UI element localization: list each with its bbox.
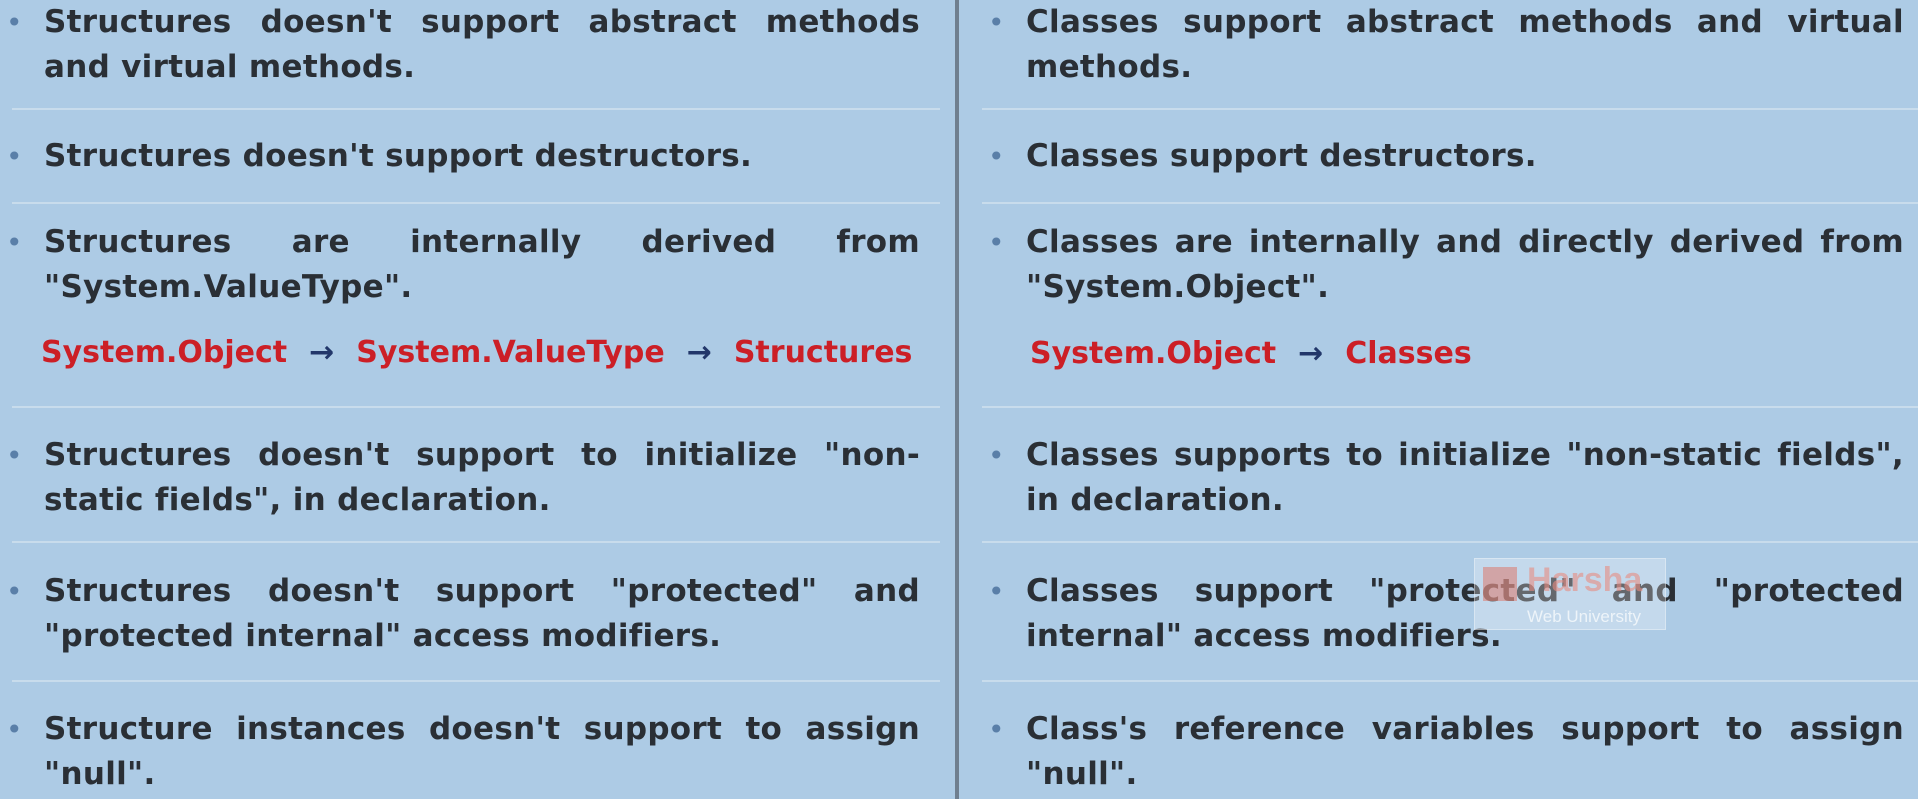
structures-column: • Structures doesn't support abstract me…: [0, 0, 940, 799]
list-item-text: Structures are internally derived from "…: [44, 224, 920, 305]
list-item: • Classes support abstract methods and v…: [982, 0, 1904, 90]
inheritance-chain: System.Object → System.ValueType → Struc…: [41, 335, 912, 370]
inheritance-chain: System.Object → Classes: [1030, 336, 1472, 371]
list-item: • Structures doesn't support abstract me…: [0, 0, 920, 90]
chain-item: Structures: [733, 335, 913, 370]
chain-item: System.Object: [41, 335, 288, 370]
watermark-logo: Harsha Web University: [1474, 558, 1666, 630]
chain-item: Classes: [1345, 336, 1472, 371]
list-item-text: Structures doesn't support abstract meth…: [44, 4, 920, 85]
list-item: • Class's reference variables support to…: [982, 707, 1904, 797]
list-item-text: Classes are internally and directly deri…: [1026, 224, 1904, 305]
row-divider: [12, 406, 940, 408]
list-item: • Classes are internally and directly de…: [982, 220, 1904, 310]
list-item: • Structure instances doesn't support to…: [0, 707, 920, 797]
list-item-text: Classes support "protected" and "protect…: [1026, 573, 1904, 654]
bullet-icon: •: [988, 439, 1005, 472]
list-item-text: Structures doesn't support destructors.: [44, 138, 753, 174]
list-item: • Classes support "protected" and "prote…: [982, 569, 1904, 659]
bullet-icon: •: [6, 140, 23, 173]
watermark-subtitle: Web University: [1527, 607, 1641, 626]
list-item-text: Structures doesn't support to initialize…: [44, 437, 920, 518]
arrow-right-icon: →: [1298, 336, 1324, 371]
bullet-icon: •: [6, 439, 23, 472]
row-divider: [12, 680, 940, 682]
bullet-icon: •: [988, 226, 1005, 259]
row-divider: [982, 202, 1918, 204]
list-item-text: Classes support destructors.: [1026, 138, 1537, 174]
arrow-right-icon: →: [309, 335, 335, 370]
bullet-icon: •: [988, 140, 1005, 173]
list-item-text: Structures doesn't support "protected" a…: [44, 573, 920, 654]
bullet-icon: •: [6, 6, 23, 39]
row-divider: [982, 680, 1918, 682]
list-item: • Classes supports to initialize "non-st…: [982, 433, 1904, 523]
row-divider: [12, 541, 940, 543]
row-divider: [982, 406, 1918, 408]
column-divider: [955, 0, 959, 799]
comparison-slide: • Structures doesn't support abstract me…: [0, 0, 1918, 799]
row-divider: [982, 108, 1918, 110]
watermark-name: Harsha: [1527, 561, 1643, 599]
arrow-right-icon: →: [686, 335, 712, 370]
row-divider: [12, 202, 940, 204]
list-item: • Structures doesn't support to initiali…: [0, 433, 920, 523]
row-divider: [982, 541, 1918, 543]
bullet-icon: •: [988, 575, 1005, 608]
bullet-icon: •: [6, 575, 23, 608]
classes-column: • Classes support abstract methods and v…: [982, 0, 1918, 799]
chain-item: System.Object: [1030, 336, 1277, 371]
list-item: • Classes support destructors.: [982, 134, 1904, 180]
bullet-icon: •: [6, 226, 23, 259]
bullet-icon: •: [988, 713, 1005, 746]
logo-icon: [1483, 567, 1517, 601]
bullet-icon: •: [6, 713, 23, 746]
list-item-text: Class's reference variables support to a…: [1026, 711, 1904, 792]
chain-item: System.ValueType: [356, 335, 665, 370]
list-item: • Structures are internally derived from…: [0, 220, 920, 310]
list-item: • Structures doesn't support destructors…: [0, 134, 920, 180]
list-item-text: Classes supports to initialize "non-stat…: [1026, 437, 1904, 518]
list-item-text: Classes support abstract methods and vir…: [1026, 4, 1904, 85]
row-divider: [12, 108, 940, 110]
list-item: • Structures doesn't support "protected"…: [0, 569, 920, 659]
list-item-text: Structure instances doesn't support to a…: [44, 711, 920, 792]
bullet-icon: •: [988, 6, 1005, 39]
